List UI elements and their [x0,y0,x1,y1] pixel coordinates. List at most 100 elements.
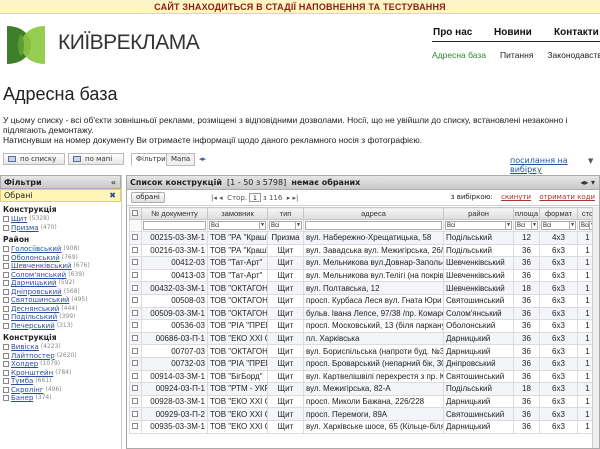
filter-checkbox[interactable] [3,395,9,402]
column-header[interactable]: район [443,207,514,220]
document-number-link[interactable]: 00509-03-3М-1 [141,306,208,321]
chevron-down-icon[interactable]: ▼ [588,157,593,165]
filter-item[interactable]: Печерський (313) [3,322,121,331]
column-header[interactable]: № документу [141,207,208,220]
row-checkbox[interactable] [132,297,138,304]
row-checkbox[interactable] [132,385,138,392]
table-row[interactable]: 00686-03-П-1ТОВ "ЕКО ХХІ СТОЩитпл. Харкі… [129,331,598,346]
filter-item-label[interactable]: Оболонський [11,254,60,263]
document-number-link[interactable]: 00536-03 [141,319,208,333]
document-number-link[interactable]: 00412-03 [141,256,208,270]
row-checkbox[interactable] [132,272,138,279]
scrollbar[interactable] [592,207,599,448]
table-row[interactable]: 00508-03ТОВ "ОКТАГОН-А"Щитпросп. Курбаса… [129,293,598,308]
filter-checkbox[interactable] [3,361,9,368]
filter-checkbox[interactable] [3,386,9,393]
filter-checkbox[interactable] [3,378,9,385]
row-select-cell[interactable] [129,382,142,396]
chevron-down-icon[interactable]: ▼ [259,222,265,229]
filter-item[interactable]: Призма (470) [3,224,121,233]
selection-link[interactable]: посилання на вибірку [510,156,600,174]
view-map-button[interactable]: по мапі [68,153,124,165]
filter-item[interactable]: Подільський (399) [3,313,121,322]
table-row[interactable]: 00509-03-3М-1ТОВ "ОКТАГОН-А"Щитбульв. Ів… [129,306,598,321]
next-page-icon[interactable]: ▸ ▸| [287,194,299,202]
document-number-link[interactable]: 00935-03-3М-1 [141,419,208,434]
document-number-link[interactable]: 00928-03-3М-1 [141,394,208,409]
document-number-link[interactable]: 00413-03 [141,268,208,283]
filter-checkbox[interactable] [3,224,9,231]
subnav-address-base[interactable]: Адресна база [432,50,486,60]
collapse-icon[interactable]: « [111,176,116,189]
filter-item-label[interactable]: Дарницький [11,279,57,288]
panel-controls-icon[interactable]: ◂▸ ▾ [580,176,595,189]
select-all-checkbox[interactable] [131,210,138,216]
filter-item-label[interactable]: Кронштейн [11,369,53,378]
reset-link[interactable]: скинути [501,193,531,201]
row-checkbox[interactable] [132,360,138,367]
document-number-link[interactable]: 00432-03-3М-1 [141,281,208,295]
filter-item[interactable]: Скролінг (496) [3,386,121,395]
row-select-cell[interactable] [129,268,142,283]
table-row[interactable]: 00732-03ТОВ "РІА "ПРЕМІ"Щитпросп. Бровар… [129,356,598,371]
page-input[interactable]: 1 [249,193,261,202]
filter-item-label[interactable]: Призма [11,224,39,233]
filter-item-label[interactable]: Солом'янський [11,271,66,280]
filter-item[interactable]: Банер (374) [3,394,121,403]
column-filter-input[interactable] [143,221,206,230]
table-row[interactable]: 00412-03 ТОВ "Тат-Арт" Щит вул. Мельникова … [129,256,598,270]
row-select-cell[interactable] [129,331,142,346]
table-row[interactable]: 00215-03-3М-1 ТОВ "РА "Краш" Призма вул. На… [129,231,598,245]
document-number-link[interactable]: 00686-03-П-1 [141,331,208,346]
filter-item[interactable]: Деснянський (444) [3,305,121,314]
column-filter-input[interactable]: Всі ▼ [209,221,266,230]
logo-text[interactable]: КИЇВРЕКЛАМА [58,31,200,55]
filter-item-label[interactable]: Холдер [11,360,38,369]
document-number-link[interactable]: 00924-03-П-1 [141,382,208,396]
filter-item-label[interactable]: Скролінг [11,386,44,395]
row-checkbox[interactable] [132,372,138,379]
column-header[interactable]: площа [513,207,540,220]
filter-checkbox[interactable] [3,344,9,351]
row-select-cell[interactable] [129,344,142,358]
column-header[interactable]: тип [267,207,304,220]
nav-about[interactable]: Про нас [432,20,494,41]
row-checkbox[interactable] [132,410,138,417]
row-select-cell[interactable] [129,243,142,258]
filter-checkbox[interactable] [3,280,9,287]
filter-item[interactable]: Дніпровський (568) [3,288,121,297]
filter-checkbox[interactable] [3,352,9,359]
row-select-cell[interactable] [129,281,142,295]
subnav-questions[interactable]: Питання [500,50,533,60]
document-number-link[interactable]: 00914-03-3М-1 [141,369,208,384]
chevron-down-icon[interactable]: ▼ [295,222,301,229]
filter-item-label[interactable]: Шевченківський [11,262,72,271]
selected-button[interactable]: обрані [131,192,165,203]
filter-checkbox[interactable] [3,322,9,329]
filter-checkbox[interactable] [3,246,9,253]
select-all-header[interactable] [129,207,142,220]
row-select-cell[interactable] [129,356,142,371]
column-header[interactable]: замовник [207,207,268,220]
document-number-link[interactable]: 00929-03-П-2 [141,407,208,421]
filter-item-label[interactable]: Тумба [11,377,33,386]
filter-item-label[interactable]: Банер [11,394,33,403]
document-number-link[interactable]: 00216-03-3М-1 [141,243,208,258]
row-select-cell[interactable] [129,306,142,321]
chevron-down-icon[interactable]: ▼ [505,222,511,229]
document-number-link[interactable]: 00508-03 [141,293,208,308]
row-checkbox[interactable] [132,322,138,329]
row-checkbox[interactable] [132,284,138,291]
row-select-cell[interactable] [129,319,142,333]
row-checkbox[interactable] [132,234,138,241]
row-select-cell[interactable] [129,256,142,270]
filter-checkbox[interactable] [3,297,9,304]
row-checkbox[interactable] [132,423,138,430]
filter-item[interactable]: Голосіївський (908) [3,245,121,254]
table-row[interactable]: 00707-03ТОВ "ОКТАГОН-А"Щитвул. Бориспіль… [129,344,598,358]
column-header[interactable]: адреса [303,207,444,220]
filter-item[interactable]: Холдер (1079) [3,360,121,369]
filter-item-label[interactable]: Дніпровський [11,288,62,297]
filter-item[interactable]: Шевченківський (676) [3,262,121,271]
column-filter-input[interactable] [305,221,442,230]
